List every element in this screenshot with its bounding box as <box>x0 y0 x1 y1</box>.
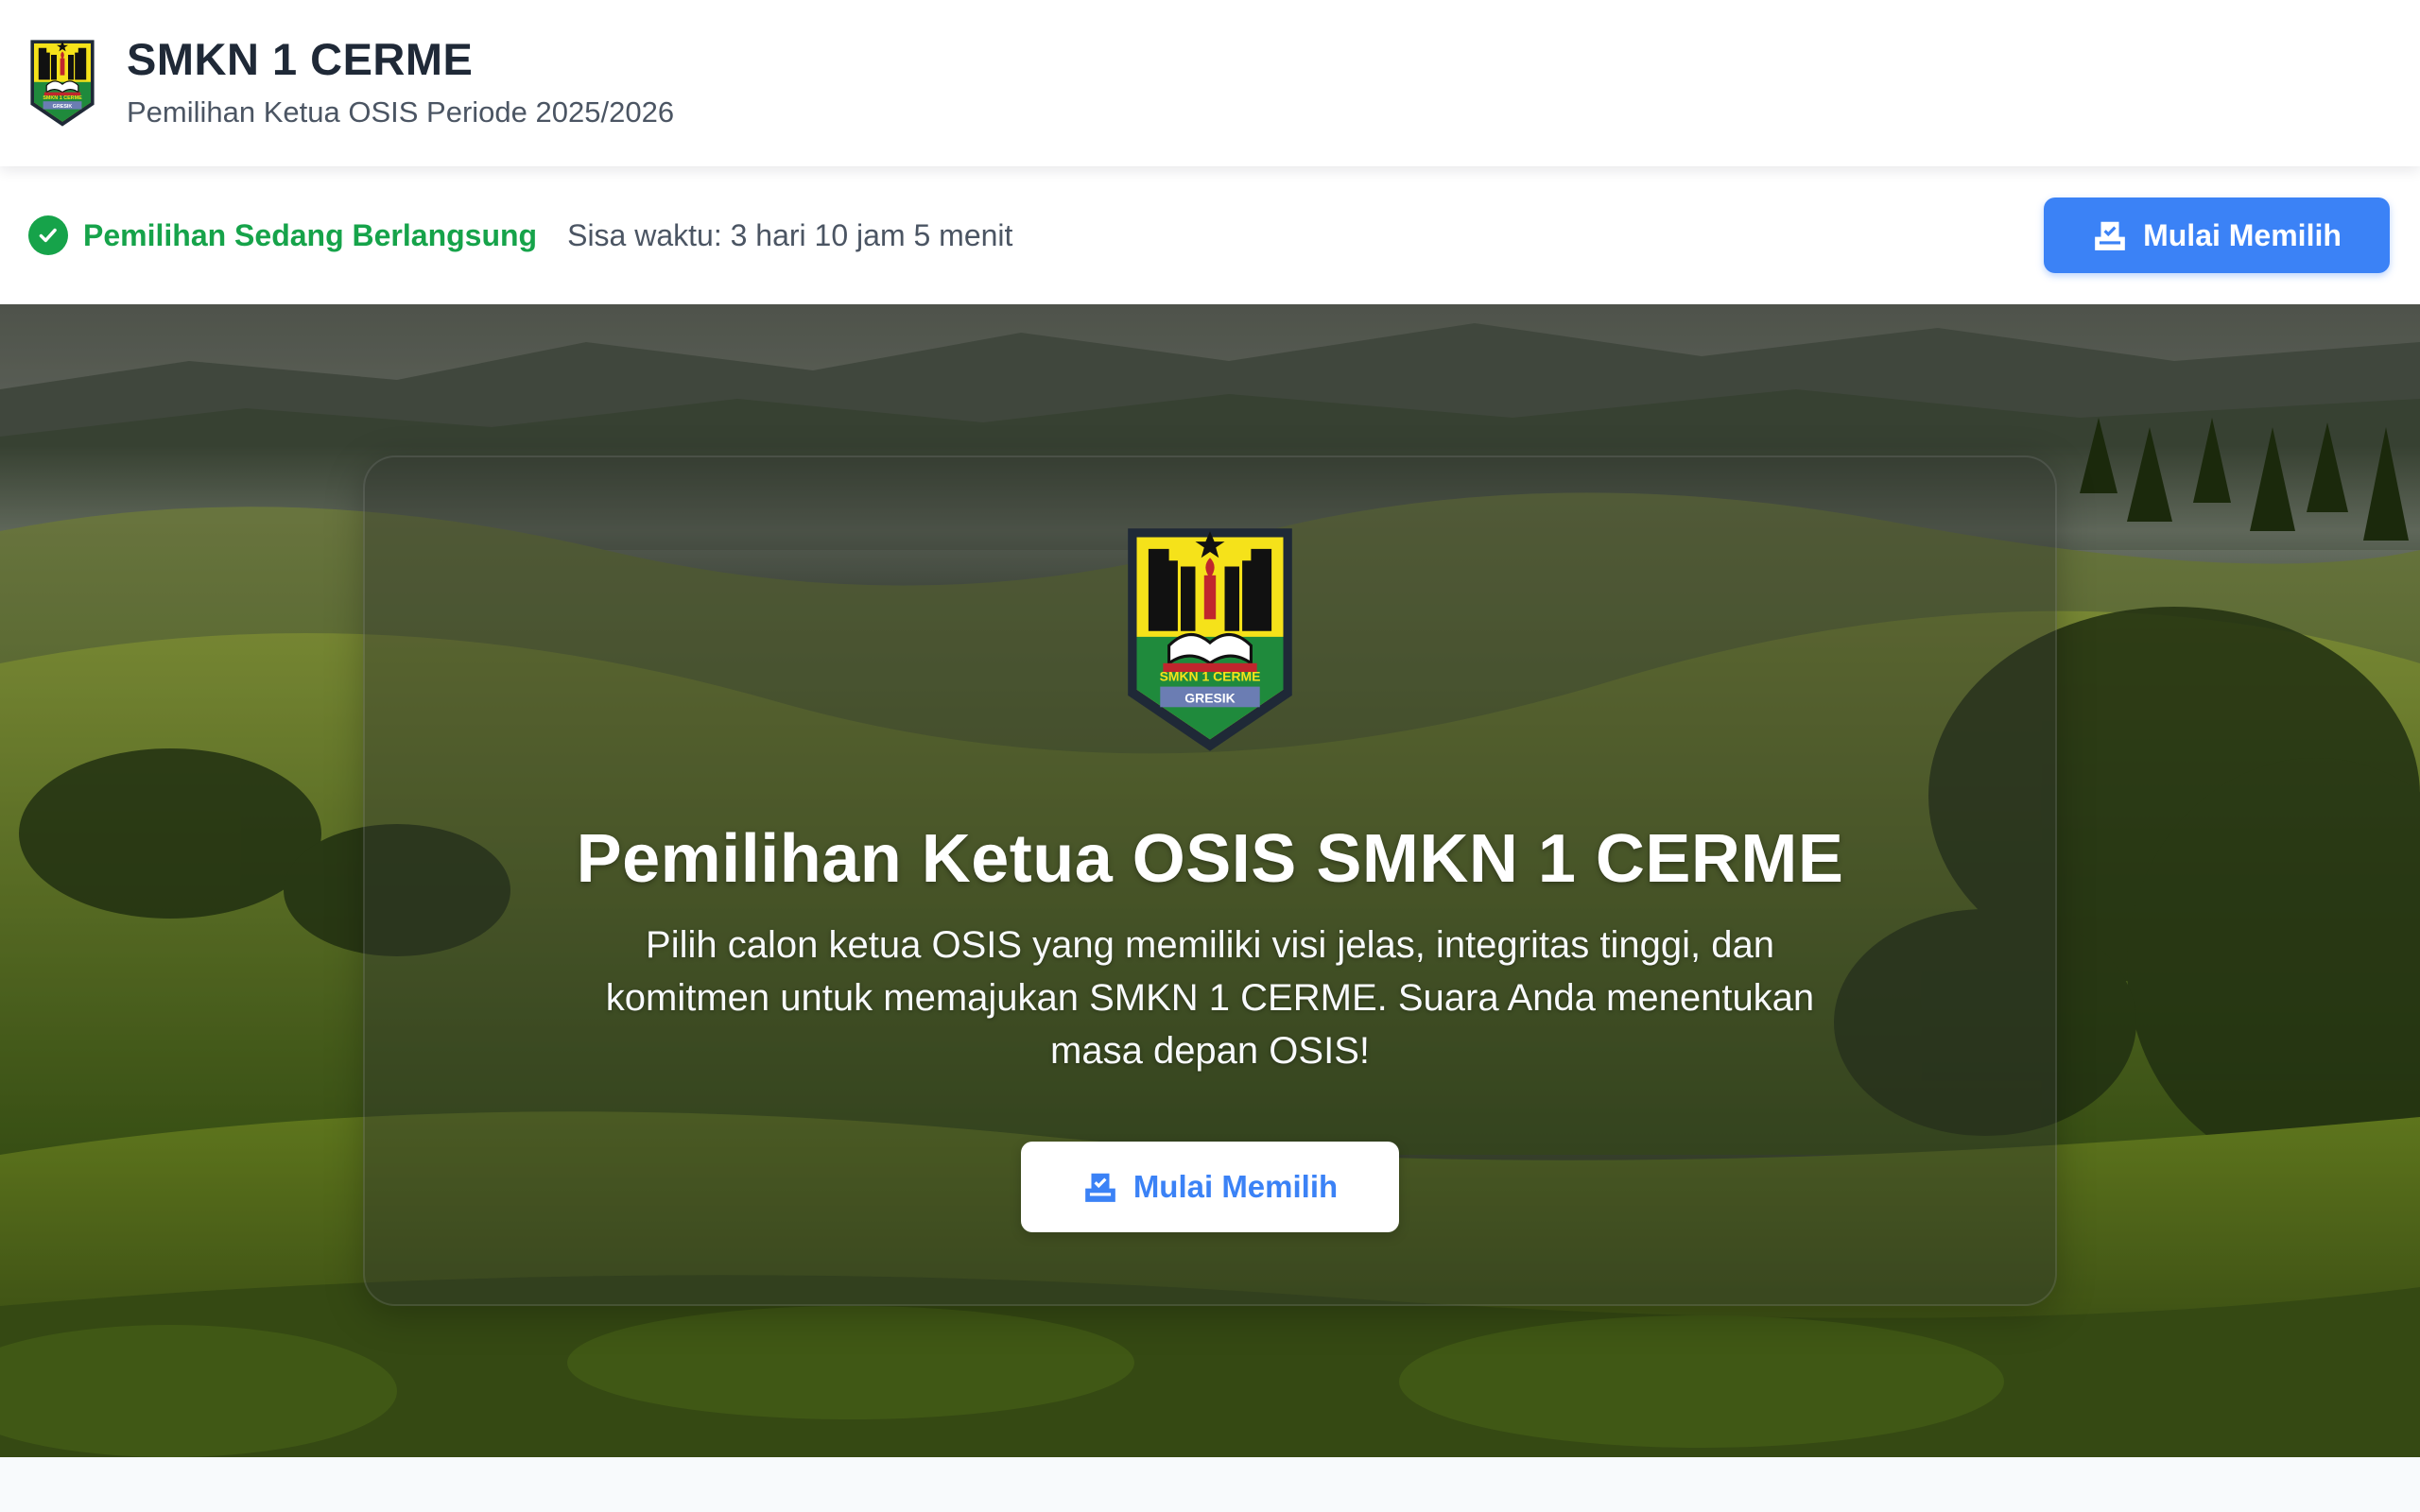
hero-description: Pilih calon ketua OSIS yang memiliki vis… <box>605 924 1815 1072</box>
hero-title: Pemilihan Ketua OSIS SMKN 1 CERME <box>576 821 1844 897</box>
status-badge: Pemilihan Sedang Berlangsung <box>83 217 538 252</box>
school-crest-icon <box>1122 522 1298 758</box>
site-title[interactable]: SMKN 1 CERME <box>127 33 674 86</box>
start-voting-button[interactable]: Mulai Memilih <box>2044 198 2390 273</box>
school-crest-icon[interactable] <box>28 37 96 129</box>
ballot-box-icon <box>2092 217 2128 253</box>
header-text: SMKN 1 CERME Pemilihan Ketua OSIS Period… <box>127 33 674 133</box>
hero-section: Pemilihan Ketua OSIS SMKN 1 CERME Pilih … <box>0 304 2420 1457</box>
time-remaining: Sisa waktu: 3 hari 10 jam 5 menit <box>567 217 1013 252</box>
ballot-box-icon <box>1082 1169 1118 1205</box>
top-header: SMKN 1 CERME Pemilihan Ketua OSIS Period… <box>0 0 2420 166</box>
election-status-bar: Pemilihan Sedang Berlangsung Sisa waktu:… <box>0 166 2420 304</box>
hero-start-voting-label: Mulai Memilih <box>1132 1169 1339 1204</box>
start-voting-label: Mulai Memilih <box>2143 217 2342 252</box>
hero-start-voting-button[interactable]: Mulai Memilih <box>1021 1142 1399 1232</box>
check-circle-icon <box>28 215 68 255</box>
page-bottom <box>0 1457 2420 1512</box>
hero-card: Pemilihan Ketua OSIS SMKN 1 CERME Pilih … <box>363 455 2057 1306</box>
site-subtitle: Pemilihan Ketua OSIS Periode 2025/2026 <box>127 95 675 129</box>
